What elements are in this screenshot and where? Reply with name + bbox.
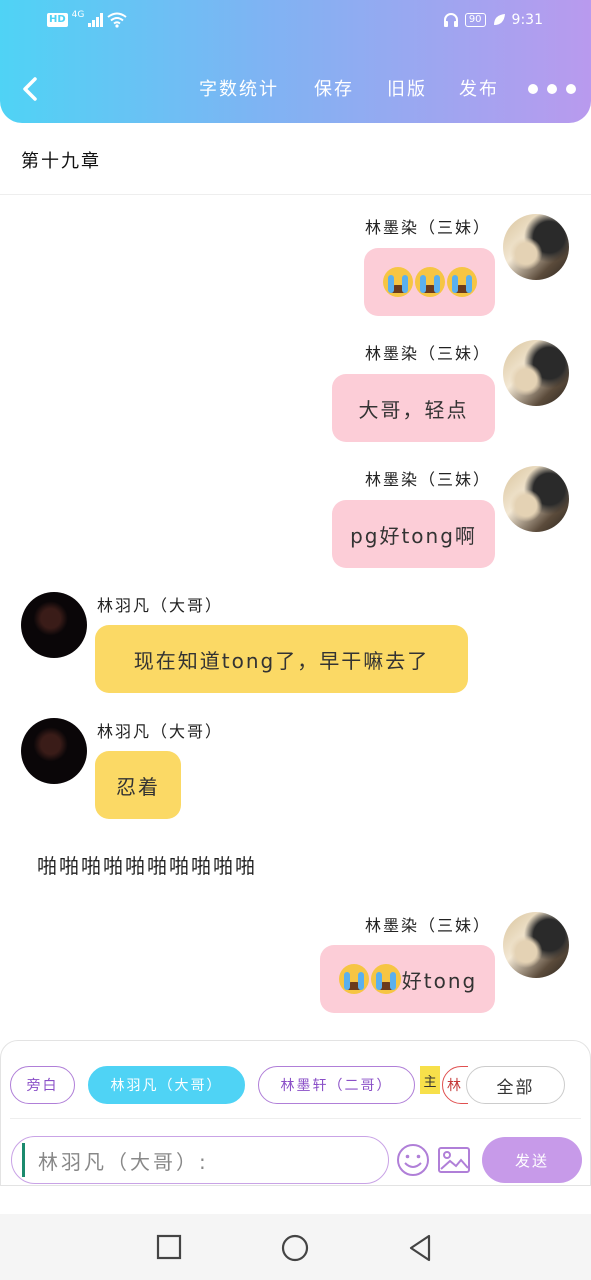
message-bubble[interactable]: 好tong xyxy=(320,945,495,1013)
more-options-icon[interactable] xyxy=(528,84,576,94)
crying-face-emoji xyxy=(382,267,413,297)
chapter-title[interactable]: 第十九章 xyxy=(21,147,101,173)
character-chip-main[interactable]: 主 林 xyxy=(420,1066,468,1104)
battery-indicator: 90 xyxy=(464,13,486,27)
image-icon[interactable] xyxy=(436,1142,472,1178)
character-chip-narration[interactable]: 旁白 xyxy=(10,1066,75,1104)
back-triangle-icon[interactable] xyxy=(407,1234,433,1262)
save-button[interactable]: 保存 xyxy=(314,75,354,105)
network-type: 4G xyxy=(71,10,85,20)
status-bar: HD 4G 90 9:31 xyxy=(0,0,591,44)
avatar[interactable] xyxy=(503,912,569,978)
message-bubble[interactable]: pg好tong啊 xyxy=(332,500,495,568)
crying-face-emoji xyxy=(338,964,369,994)
message-input[interactable]: 林羽凡（大哥）: xyxy=(11,1136,389,1184)
clock: 9:31 xyxy=(511,12,543,28)
sender-name: 林羽凡（大哥） xyxy=(97,722,224,741)
crying-face-emoji xyxy=(446,267,477,297)
sender-name: 林羽凡（大哥） xyxy=(97,596,224,615)
leaf-icon xyxy=(493,14,505,25)
text-caret xyxy=(22,1143,25,1177)
home-circle-icon[interactable] xyxy=(281,1234,309,1262)
avatar[interactable] xyxy=(503,466,569,532)
hd-badge: HD xyxy=(47,13,68,27)
signal-icon xyxy=(88,13,104,27)
sender-name: 林墨染（三妹） xyxy=(364,470,491,489)
avatar[interactable] xyxy=(503,340,569,406)
message-bubble[interactable]: 现在知道tong了，早干嘛去了 xyxy=(95,625,468,693)
message-text: 好tong xyxy=(401,968,478,993)
word-count-button[interactable]: 字数统计 xyxy=(199,75,279,105)
wifi-icon xyxy=(107,12,127,28)
recents-square-icon[interactable] xyxy=(156,1234,182,1260)
avatar[interactable] xyxy=(21,592,87,658)
divider xyxy=(0,194,591,195)
narration-text[interactable]: 啪啪啪啪啪啪啪啪啪啪 xyxy=(37,850,257,879)
top-header: HD 4G 90 9:31 字数统计 保存 旧版 发布 xyxy=(0,0,591,123)
old-version-button[interactable]: 旧版 xyxy=(387,75,427,105)
message-bubble[interactable]: 忍着 xyxy=(95,751,181,819)
message-bubble[interactable]: 大哥，轻点 xyxy=(332,374,495,442)
publish-button[interactable]: 发布 xyxy=(459,75,499,105)
avatar[interactable] xyxy=(21,718,87,784)
divider xyxy=(10,1118,581,1119)
sender-name: 林墨染（三妹） xyxy=(364,344,491,363)
send-button[interactable]: 发送 xyxy=(482,1137,582,1183)
emoji-icon[interactable] xyxy=(395,1142,431,1178)
system-nav-bar xyxy=(0,1214,591,1280)
main-chip-label: 林 xyxy=(442,1066,468,1104)
character-chip-brother1[interactable]: 林羽凡（大哥） xyxy=(88,1066,245,1104)
headphones-icon xyxy=(443,13,458,27)
message-bubble[interactable] xyxy=(364,248,495,316)
crying-face-emoji xyxy=(370,964,401,994)
back-arrow-icon[interactable] xyxy=(18,74,44,104)
main-tag: 主 xyxy=(420,1066,440,1094)
character-chip-brother2[interactable]: 林墨轩（二哥） xyxy=(258,1066,415,1104)
crying-face-emoji xyxy=(414,267,445,297)
all-characters-button[interactable]: 全部 xyxy=(466,1066,565,1104)
avatar[interactable] xyxy=(503,214,569,280)
sender-name: 林墨染（三妹） xyxy=(364,916,491,935)
sender-name: 林墨染（三妹） xyxy=(364,218,491,237)
